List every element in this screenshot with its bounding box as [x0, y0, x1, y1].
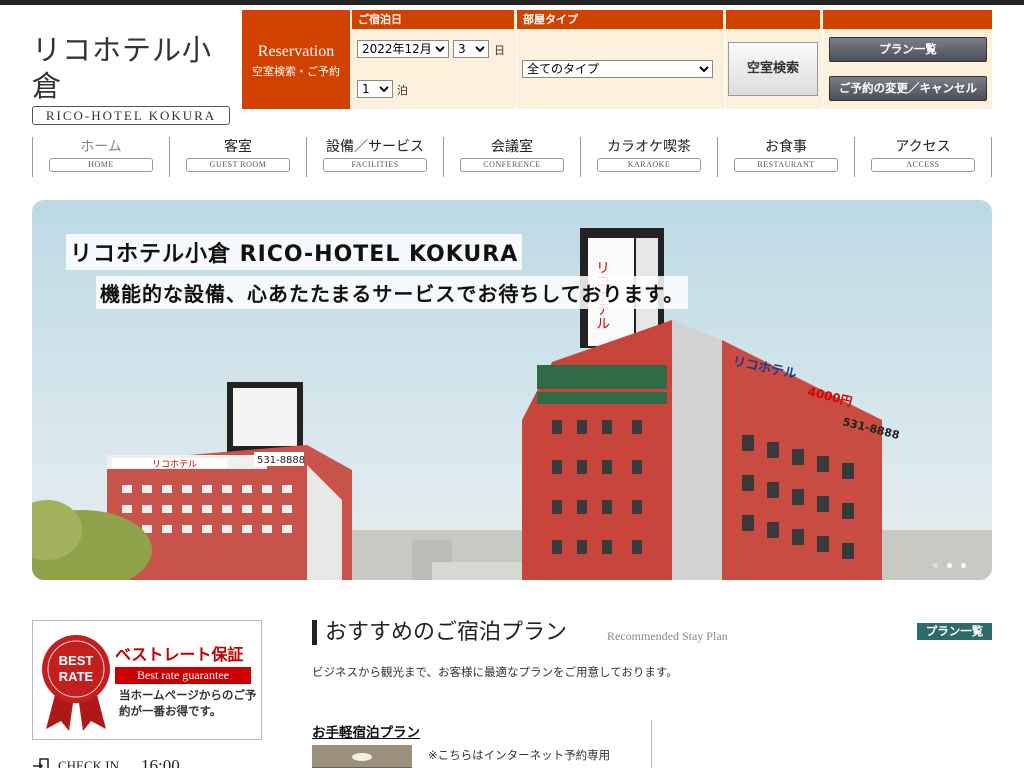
checkin-label: CHECK IN — [58, 758, 120, 768]
reservation-buttons-group: プラン一覧 ご予約の変更／キャンセル — [822, 10, 992, 109]
nav-item-access[interactable]: アクセス ACCESS — [855, 137, 992, 177]
checkin-time: 16:00 — [141, 756, 180, 768]
logo-name-en: RICO-HOTEL KOKURA — [32, 106, 230, 125]
nav-label-jp: カラオケ喫茶 — [607, 139, 691, 155]
sign-phone-small: 531-8888 — [257, 455, 305, 466]
slide-dot-active[interactable] — [947, 563, 952, 568]
day-unit-label: 日 — [494, 44, 505, 57]
nav-label-jp: ホーム — [80, 139, 122, 155]
checkin-date-header: ご宿泊日 — [352, 10, 514, 29]
plans-list-button[interactable]: プラン一覧 — [917, 623, 992, 640]
nav-label-jp: 客室 — [224, 139, 252, 155]
sign-main-small: リコホテル — [152, 459, 197, 470]
hero-slideshow[interactable]: リコホテル 531-8888 リコホテル リコホテル 4000円 531-888… — [32, 200, 992, 580]
room-type-group: 部屋タイプ 全てのタイプ — [516, 10, 723, 109]
search-group: 空室検索 — [725, 10, 820, 109]
nav-label-en: CONFERENCE — [460, 158, 564, 172]
reservation-label: Reservation 空室検索・ご予約 — [242, 10, 350, 109]
change-cancel-button[interactable]: ご予約の変更／キャンセル — [829, 76, 987, 101]
nav-item-restaurant[interactable]: お食事 RESTAURANT — [718, 137, 855, 177]
best-rate-en: Best rate guarantee — [115, 667, 251, 684]
nav-label-en: ACCESS — [871, 158, 975, 172]
nav-item-facilities[interactable]: 設備／サービス FACILITIES — [307, 137, 444, 177]
vacancy-search-button[interactable]: 空室検索 — [728, 42, 818, 96]
nav-label-jp: 会議室 — [491, 139, 533, 155]
year-month-select[interactable]: 2022年12月 — [357, 40, 449, 58]
plan-title-link[interactable]: お手軽宿泊プラン — [312, 721, 420, 741]
best-rate-description: 当ホームページからのご予約が一番お得です。 — [119, 688, 257, 718]
room-type-select[interactable]: 全てのタイプ — [522, 60, 713, 78]
nav-label-en: RESTAURANT — [734, 158, 838, 172]
reservation-panel: Reservation 空室検索・ご予約 ご宿泊日 2022年12月 3 日 1… — [242, 10, 992, 109]
plan-list-button[interactable]: プラン一覧 — [829, 37, 987, 62]
plan-note: ※こちらはインターネット予約専用 — [428, 748, 611, 762]
plans-intro: ビジネスから観光まで、お客様に最適なプランをご用意しております。 — [312, 665, 678, 679]
nav-label-jp: お食事 — [765, 139, 807, 155]
seal-text-1: BEST — [59, 653, 94, 668]
hero-tagline: 機能的な設備、心あたたまるサービスでお待ちしております。 — [96, 276, 689, 309]
plans-section-title: おすすめのご宿泊プラン — [312, 620, 567, 645]
nav-label-jp: アクセス — [895, 139, 951, 155]
plan-divider — [651, 720, 652, 768]
checkin-info: CHECK IN 16:00 — [32, 756, 180, 768]
nav-item-home[interactable]: ホーム HOME — [33, 137, 170, 177]
plan-thumbnail[interactable] — [312, 745, 412, 768]
slide-indicator — [933, 563, 966, 568]
nav-label-jp: 設備／サービス — [326, 139, 424, 155]
nav-label-en: KARAOKE — [597, 158, 701, 172]
global-nav: ホーム HOME 客室 GUEST ROOM 設備／サービス FACILITIE… — [32, 137, 992, 177]
slide-dot[interactable] — [961, 563, 966, 568]
reservation-label-en: Reservation — [257, 43, 335, 60]
search-header — [726, 10, 820, 29]
nav-label-en: GUEST ROOM — [186, 158, 290, 172]
nights-select[interactable]: 1 — [357, 80, 393, 98]
best-rate-banner[interactable]: BEST RATE ベストレート保証 Best rate guarantee 当… — [32, 620, 262, 740]
day-select[interactable]: 3 — [453, 40, 489, 58]
plans-section-subtitle: Recommended Stay Plan — [607, 629, 728, 643]
room-type-header: 部屋タイプ — [517, 10, 723, 29]
nights-unit-label: 泊 — [397, 84, 408, 97]
nav-label-en: FACILITIES — [323, 158, 427, 172]
best-rate-title: ベストレート保証 — [115, 645, 244, 664]
checkin-date-group: ご宿泊日 2022年12月 3 日 1 泊 — [352, 10, 514, 109]
top-bar — [0, 0, 1024, 5]
reservation-label-jp: 空室検索・ご予約 — [252, 65, 340, 78]
hero-title: リコホテル小倉 RICO-HOTEL KOKURA — [66, 234, 523, 270]
seal-text-2: RATE — [59, 669, 94, 684]
buttons-header — [823, 10, 992, 29]
nav-item-conference[interactable]: 会議室 CONFERENCE — [444, 137, 581, 177]
nav-item-karaoke[interactable]: カラオケ喫茶 KARAOKE — [581, 137, 718, 177]
hotel-logo[interactable]: リコホテル小倉 RICO-HOTEL KOKURA — [32, 32, 230, 125]
nav-label-en: HOME — [49, 158, 153, 172]
slide-dot[interactable] — [933, 563, 938, 568]
logo-name-jp: リコホテル小倉 — [32, 33, 213, 103]
nav-item-guest-room[interactable]: 客室 GUEST ROOM — [170, 137, 307, 177]
best-rate-seal-icon: BEST RATE — [42, 635, 110, 731]
door-enter-icon — [33, 758, 49, 768]
room-photo — [312, 745, 412, 768]
